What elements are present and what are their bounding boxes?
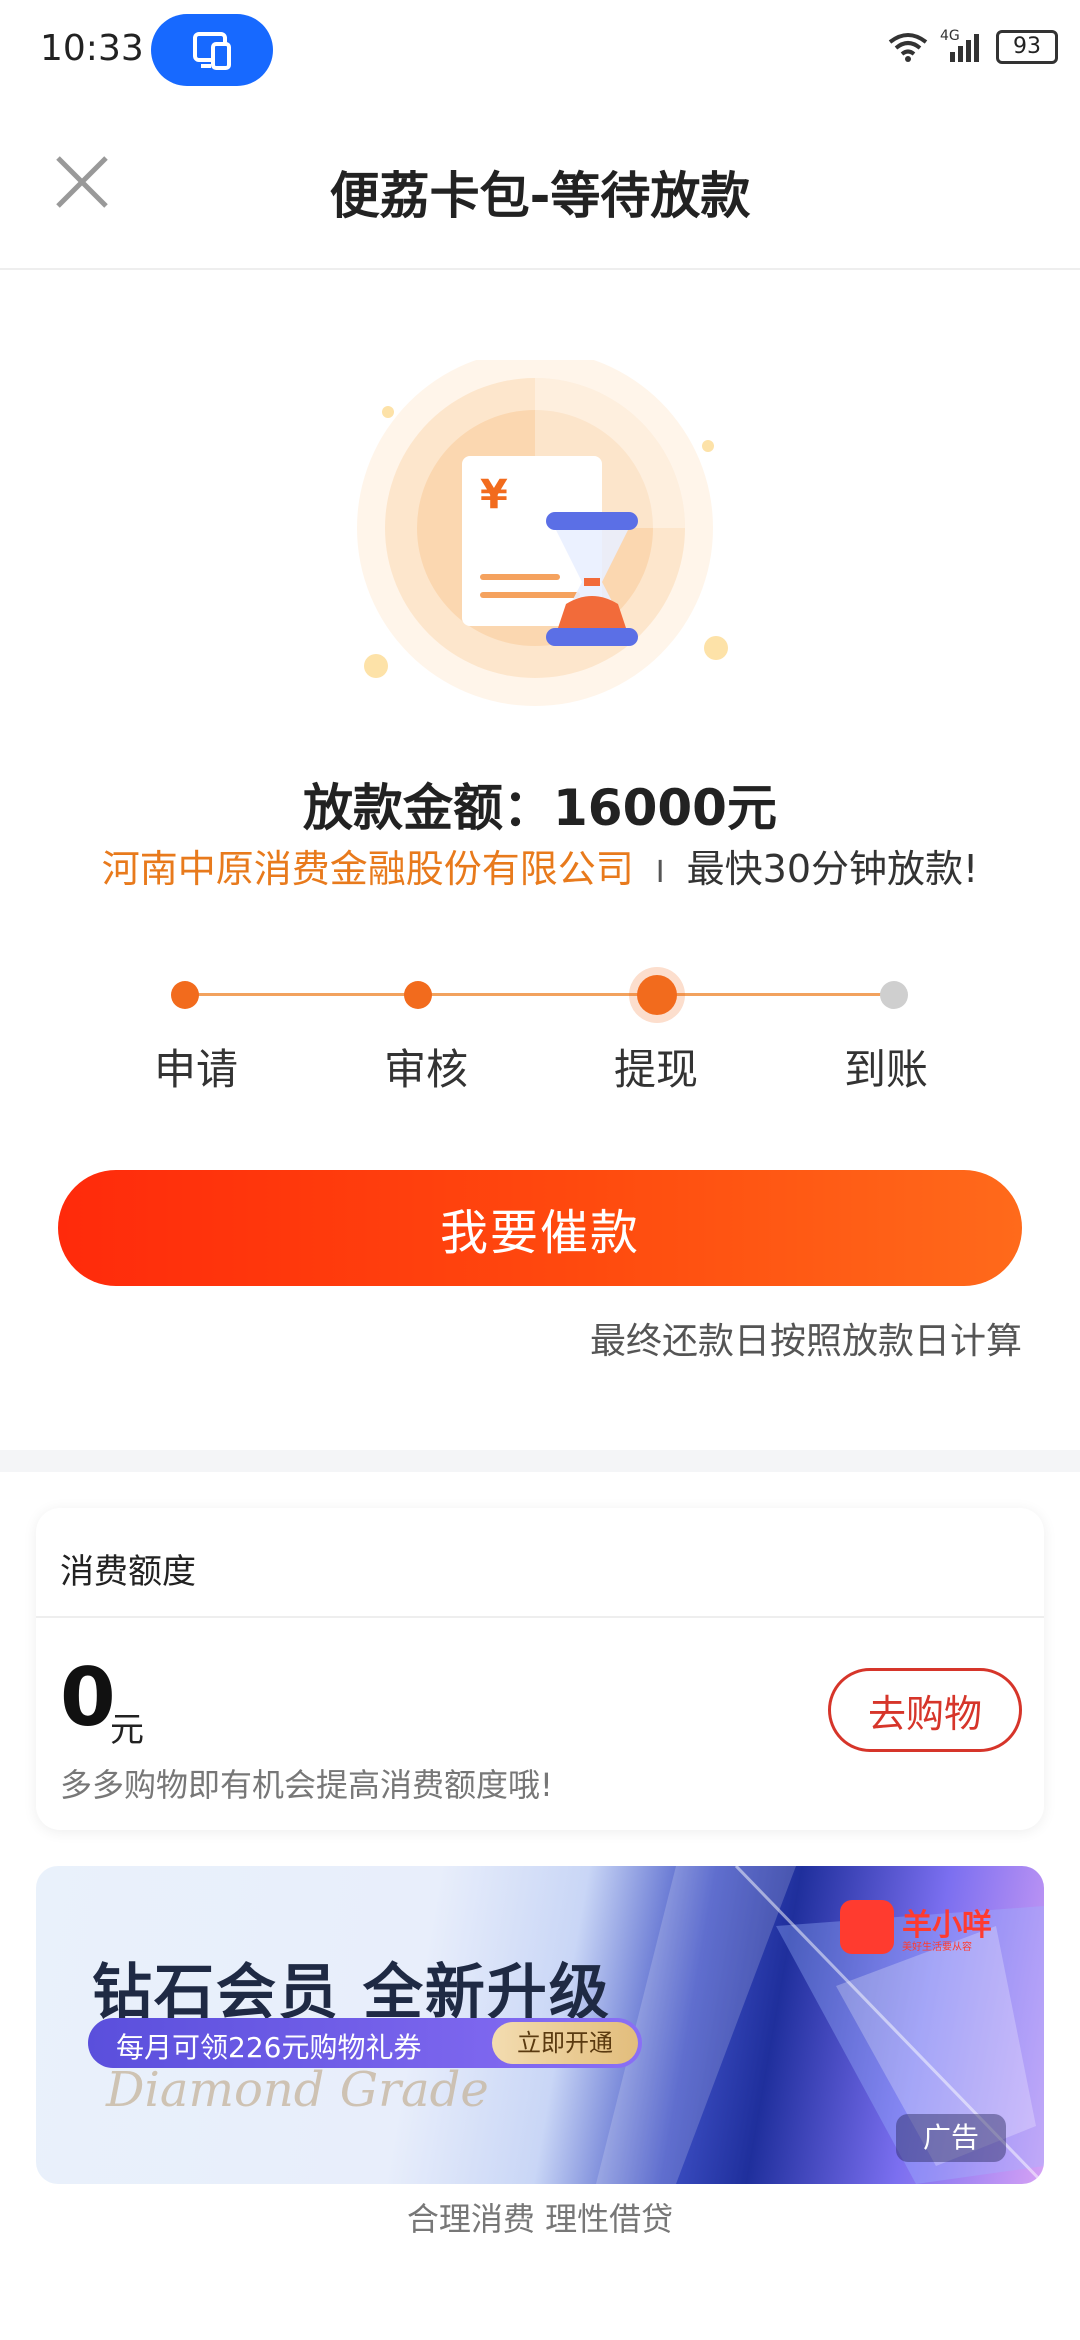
brand-logo: 羊小咩 美好生活要从容: [840, 1900, 992, 1956]
page-title: 便荔卡包-等待放款: [329, 167, 751, 225]
quota-unit: 元: [110, 1710, 144, 1750]
step-label-withdraw: 提现: [613, 1045, 698, 1094]
step-dot-arrive: [880, 981, 908, 1009]
ad-script-text: Diamond Grade: [106, 2062, 489, 2118]
quota-hint: 多多购物即有机会提高消费额度哦!: [60, 1766, 553, 1804]
lender-name: 河南中原消费金融股份有限公司: [101, 847, 634, 891]
step-dot-apply: [171, 981, 199, 1009]
screen-mirror-pill[interactable]: [151, 14, 273, 86]
header: 便荔卡包-等待放款: [0, 90, 1080, 270]
quota-card: 消费额度 0 元 去购物 多多购物即有机会提高消费额度哦!: [36, 1508, 1044, 1830]
network-type: 4G: [940, 28, 960, 44]
wifi-icon: [888, 33, 928, 62]
step-dot-review: [404, 981, 432, 1009]
status-time: 10:33: [40, 28, 144, 69]
step-label-review: 审核: [383, 1045, 468, 1094]
sheep-logo-icon: [840, 1900, 894, 1954]
ad-offer-text: 每月可领226元购物礼券: [116, 2031, 422, 2064]
battery-indicator: 93: [996, 30, 1058, 64]
quota-title: 消费额度: [60, 1552, 196, 1592]
ad-offer-pill: 每月可领226元购物礼券 立即开通: [88, 2018, 642, 2068]
ad-open-button[interactable]: 立即开通: [492, 2022, 638, 2064]
waiting-illustration: ¥: [340, 350, 740, 720]
step-dot-withdraw: [637, 975, 677, 1015]
loan-amount: 放款金额：16000元: [303, 779, 777, 837]
status-icons: 4G 93: [888, 28, 1058, 64]
urge-payment-button[interactable]: 我要催款: [58, 1170, 1022, 1286]
ad-tag: 广告: [896, 2114, 1006, 2162]
section-divider: [0, 1450, 1080, 1472]
lender-row: 河南中原消费金融股份有限公司 I 最快30分钟放款!: [0, 838, 1080, 893]
release-speed: 最快30分钟放款!: [686, 847, 979, 891]
quota-amount: 0: [60, 1651, 116, 1744]
brand-slogan: 美好生活要从容: [902, 1942, 972, 1953]
go-shopping-button[interactable]: 去购物: [828, 1668, 1022, 1752]
card-divider: [36, 1616, 1044, 1618]
progress-line: [186, 993, 896, 996]
footer-disclaimer: 合理消费 理性借贷: [406, 2200, 674, 2238]
hourglass-receipt-icon: ¥: [357, 350, 728, 706]
devices-icon: [193, 32, 231, 70]
step-label-apply: 申请: [153, 1045, 238, 1094]
signal-icon: 4G: [940, 28, 984, 62]
separator: I: [655, 855, 665, 890]
ad-banner[interactable]: 钻石会员 全新升级 每月可领226元购物礼券 立即开通 Diamond Grad…: [36, 1866, 1044, 2184]
step-label-arrive: 到账: [843, 1045, 928, 1094]
repayment-note: 最终还款日按照放款日计算: [589, 1321, 1022, 1362]
svg-text:¥: ¥: [480, 472, 508, 518]
